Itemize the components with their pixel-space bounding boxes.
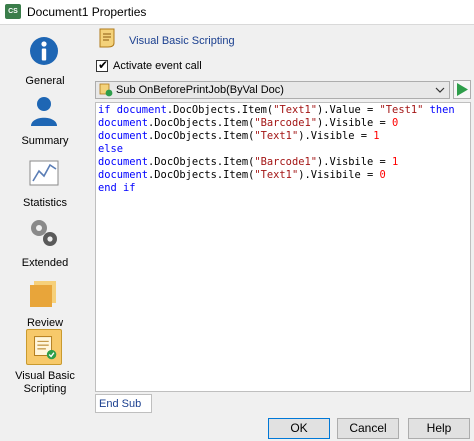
cancel-button[interactable]: Cancel [337, 418, 399, 439]
sidebar-item-label: General [25, 75, 65, 87]
code-line: document.DocObjects.Item("Text1").Visibi… [98, 169, 386, 181]
chart-icon [29, 160, 59, 186]
code-line: end if [98, 182, 136, 194]
app-icon: CS [5, 4, 21, 19]
activate-event-checkbox[interactable]: ✔ [96, 58, 109, 72]
code-line: document.DocObjects.Item("Barcode1").Vis… [98, 117, 399, 129]
code-editor[interactable]: if document.DocObjects.Item("Text1").Val… [95, 102, 471, 392]
ok-button[interactable]: OK [268, 418, 330, 439]
event-dropdown-value: Sub OnBeforePrintJob(ByVal Doc) [116, 84, 284, 96]
sidebar-item-label: Visual Basic Scripting [15, 370, 75, 395]
activate-event-label: Activate event call [113, 60, 202, 72]
chevron-down-icon [435, 87, 445, 93]
run-script-button[interactable] [453, 80, 471, 99]
script-header-icon [99, 28, 115, 48]
title-bar: CS Document1 Properties [0, 0, 474, 25]
code-line: document.DocObjects.Item("Barcode1").Vis… [98, 156, 399, 168]
code-line: document.DocObjects.Item("Text1").Visibl… [98, 130, 380, 142]
info-icon [30, 37, 58, 65]
window-title: Document1 Properties [27, 5, 147, 19]
folder-icon [30, 281, 56, 307]
sidebar: General Summary Statistics Extended Revi… [0, 25, 90, 411]
code-line: else [98, 143, 124, 155]
sidebar-item-label: Summary [21, 135, 69, 147]
end-sub-label: End Sub [95, 394, 152, 413]
gears-icon [31, 220, 57, 246]
sidebar-item-label: Extended [21, 257, 69, 269]
sidebar-item-label: Statistics [22, 197, 67, 209]
panel-title: Visual Basic Scripting [129, 35, 235, 47]
play-icon [457, 83, 468, 96]
event-script-icon [99, 83, 113, 97]
help-button[interactable]: Help [408, 418, 470, 439]
script-icon [26, 329, 62, 365]
person-icon [31, 97, 57, 126]
event-dropdown[interactable]: Sub OnBeforePrintJob(ByVal Doc) [95, 81, 450, 99]
check-mark-icon: ✔ [98, 58, 109, 72]
code-line: if document.DocObjects.Item("Text1").Val… [98, 104, 455, 116]
